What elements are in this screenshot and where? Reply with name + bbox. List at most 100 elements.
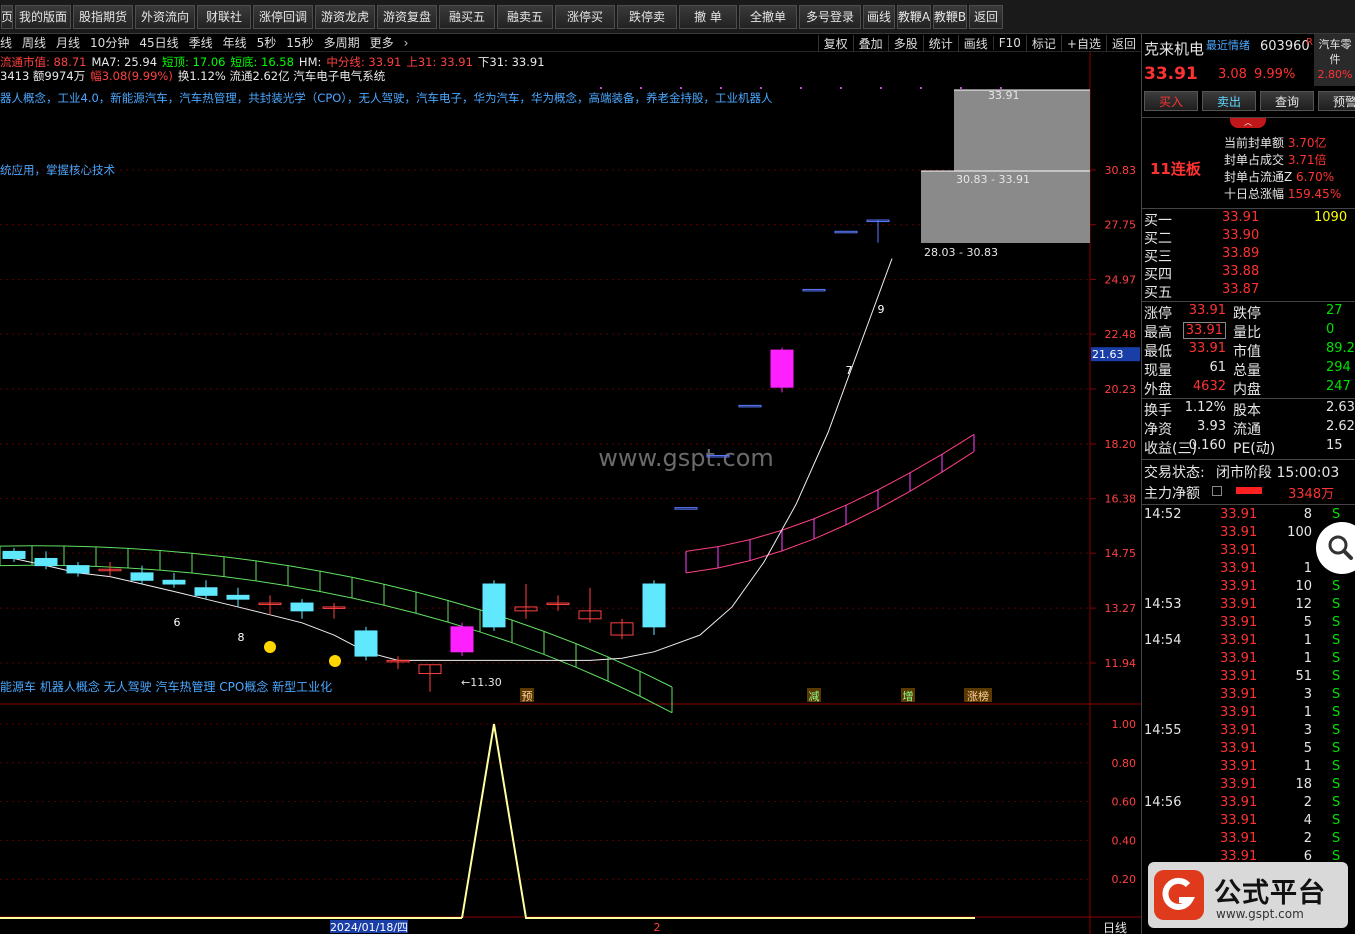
emotion-tag[interactable]: 最近情绪 — [1206, 37, 1250, 53]
buy-button[interactable]: 买入 — [1144, 91, 1198, 111]
toolbar-button-8[interactable]: 融买五 — [439, 4, 495, 29]
candle-body[interactable] — [482, 583, 506, 628]
signal-dot — [920, 87, 922, 89]
toolbar-button-3[interactable]: 外资流向 — [135, 4, 195, 29]
period-tab-7[interactable]: 5秒 — [257, 34, 277, 51]
tick-volume: 1 — [1303, 633, 1312, 648]
candle-body[interactable] — [450, 626, 474, 653]
toolbar-button-16[interactable]: 教鞭A — [897, 4, 931, 29]
chart-tool-8[interactable]: 返回 — [1105, 34, 1141, 52]
toolbar-button-5[interactable]: 涨停回调 — [253, 4, 313, 29]
chip-label: 30.83 - 33.91 — [956, 173, 1030, 186]
search-icon[interactable] — [1316, 522, 1355, 574]
flow-value: 3348万 — [1288, 487, 1335, 502]
period-tab-3[interactable]: 10分钟 — [90, 34, 129, 51]
candle-body[interactable] — [834, 230, 858, 234]
toolbar-button-11[interactable]: 跌停卖 — [617, 4, 677, 29]
tick-price: 33.91 — [1220, 561, 1258, 576]
seal-key: 封单占成交 — [1224, 153, 1285, 167]
candle-body[interactable] — [66, 565, 90, 574]
collapse-icon[interactable]: ︿ — [1230, 118, 1266, 128]
toolbar-button-17[interactable]: 教鞭B — [933, 4, 967, 29]
toolbar-button-6[interactable]: 游资龙虎 — [315, 4, 375, 29]
period-tab-8[interactable]: 15秒 — [286, 34, 313, 51]
toolbar-button-18[interactable]: 返回 — [969, 4, 1003, 29]
toolbar-button-7[interactable]: 游资复盘 — [377, 4, 437, 29]
toolbar-button-2[interactable]: 股指期货 — [73, 4, 133, 29]
bid-row[interactable]: 买三 33.89 — [1142, 246, 1355, 265]
tick-volume: 51 — [1295, 669, 1312, 684]
toolbar-button-1[interactable]: 我的版面 — [15, 4, 71, 29]
toolbar-button-14[interactable]: 多号登录 — [799, 4, 861, 29]
status-value: 闭市阶段 15:00:03 — [1216, 465, 1340, 481]
bid-row[interactable]: 买四 33.88 — [1142, 264, 1355, 283]
stat-label: 净资 — [1144, 422, 1172, 438]
toolbar-button-12[interactable]: 撤 单 — [679, 4, 737, 29]
candle-body[interactable] — [194, 587, 218, 596]
bid-level: 买四 — [1144, 267, 1172, 283]
quote-panel: 克来机电 最近情绪 603960 R 汽车零件 2.80% 33.91 3.08… — [1141, 34, 1355, 934]
tick-volume: 2 — [1303, 831, 1312, 846]
candle-body[interactable] — [674, 507, 698, 510]
stat-value: 2.63 — [1326, 400, 1355, 415]
chart-tool-1[interactable]: 叠加 — [852, 34, 888, 52]
period-tab-9[interactable]: 多周期 — [324, 34, 360, 51]
band-bottom-line — [0, 564, 673, 714]
candle-body[interactable] — [34, 557, 58, 567]
period-tab-6[interactable]: 年线 — [223, 34, 247, 51]
flow-bar — [1236, 487, 1262, 494]
toolbar-button-10[interactable]: 涨停买 — [555, 4, 615, 29]
bid-row[interactable]: 买一 33.91 1090 — [1142, 210, 1355, 229]
sector-box[interactable]: 汽车零件 2.80% — [1314, 34, 1355, 86]
period-tab-0[interactable]: 线 — [0, 34, 12, 51]
candle-body[interactable] — [2, 550, 26, 559]
query-button[interactable]: 查询 — [1260, 91, 1314, 111]
chart-tool-5[interactable]: F10 — [992, 36, 1026, 50]
chart-tool-2[interactable]: 多股 — [887, 34, 923, 52]
period-tab-4[interactable]: 45日线 — [139, 34, 178, 51]
current-price-tag-text: 21.63 — [1092, 348, 1124, 361]
candle-body[interactable] — [162, 579, 186, 585]
period-tab-1[interactable]: 周线 — [22, 34, 46, 51]
tick-volume: 5 — [1303, 741, 1312, 756]
stat-value: 294 — [1326, 360, 1351, 375]
chart-tool-7[interactable]: +自选 — [1060, 34, 1106, 52]
toolbar-button-0[interactable]: 页 — [1, 4, 13, 29]
tick-side: S — [1332, 651, 1341, 666]
indicator-axis-label: 0.80 — [1112, 757, 1137, 770]
candle-body[interactable] — [226, 594, 250, 600]
bid-row[interactable]: 买五 33.87 — [1142, 282, 1355, 301]
tick-row: 33.91 4 S — [1142, 813, 1355, 831]
chart-tool-3[interactable]: 统计 — [922, 34, 958, 52]
toolbar-button-15[interactable]: 画线 — [863, 4, 895, 29]
chart-tool-0[interactable]: 复权 — [817, 34, 853, 52]
bid-row[interactable]: 买二 33.90 — [1142, 228, 1355, 247]
candle-body[interactable] — [738, 404, 762, 408]
stat-value: 0 — [1326, 322, 1335, 337]
date-label: 2024/01/18/四 — [330, 921, 408, 934]
stat-value: 89.2 — [1326, 341, 1355, 356]
sector-name: 汽车零件 — [1318, 38, 1352, 66]
kline-chart[interactable]: 30.83 27.75 24.97 22.48 20.23 18.20 16.38 14.75… — [0, 52, 1141, 934]
signal-dot — [600, 87, 602, 89]
candle-body[interactable] — [354, 630, 378, 657]
toolbar-button-4[interactable]: 财联社 — [197, 4, 251, 29]
period-tab-10[interactable]: 更多 — [370, 34, 394, 51]
candle-body[interactable] — [290, 602, 314, 612]
stat-label: 换手 — [1144, 403, 1172, 419]
period-tab-5[interactable]: 季线 — [189, 34, 213, 51]
candle-body[interactable] — [770, 349, 794, 388]
alert-button[interactable]: 预警 — [1318, 91, 1355, 111]
flow-toggle-icon[interactable] — [1212, 486, 1222, 496]
chart-tool-4[interactable]: 画线 — [957, 34, 993, 52]
tick-volume: 1 — [1303, 759, 1312, 774]
candle-body[interactable] — [130, 572, 154, 581]
chart-tool-6[interactable]: 标记 — [1025, 34, 1061, 52]
period-tab-2[interactable]: 月线 — [56, 34, 80, 51]
sell-button[interactable]: 卖出 — [1202, 91, 1256, 111]
candle-body[interactable] — [642, 583, 666, 628]
toolbar-button-13[interactable]: 全撤单 — [739, 4, 797, 29]
toolbar-button-9[interactable]: 融卖五 — [497, 4, 553, 29]
tick-row: 33.91 5 S — [1142, 741, 1355, 759]
candle-body[interactable] — [802, 288, 826, 292]
